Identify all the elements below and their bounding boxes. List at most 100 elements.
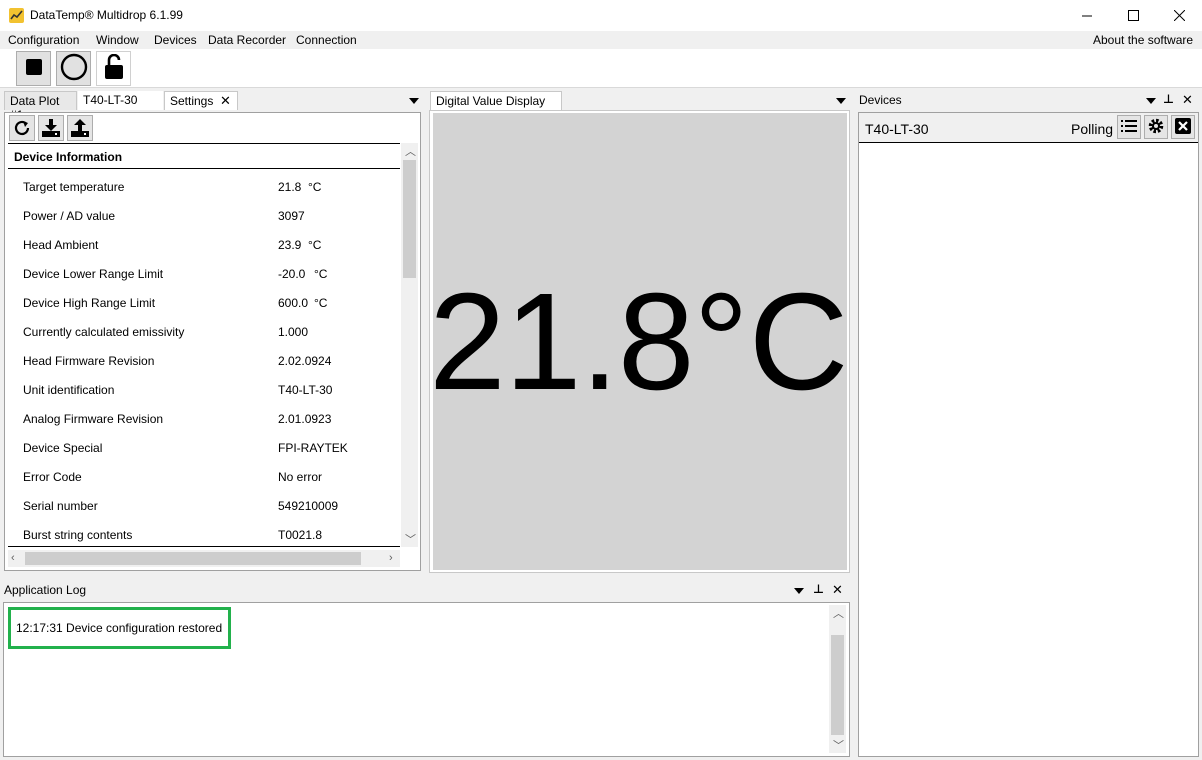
gear-icon (1147, 117, 1165, 138)
minimize-button[interactable] (1064, 0, 1110, 31)
scrollbar-thumb[interactable] (403, 160, 416, 278)
toolbar (0, 49, 1202, 88)
devices-panel: T40-LT-30 Polling (858, 112, 1199, 757)
record-circle-icon (60, 53, 88, 84)
download-icon (41, 118, 61, 141)
menu-data-recorder[interactable]: Data Recorder (208, 33, 286, 47)
tab-device[interactable]: T40-LT-30 (78, 91, 163, 110)
device-list-button[interactable] (1117, 115, 1141, 139)
tab-data-plot[interactable]: Data Plot #1 (4, 91, 77, 122)
log-entry: 12:17:31 Device configuration restored (16, 621, 223, 635)
setting-label: Power / AD value (23, 209, 116, 223)
lock-button[interactable] (96, 51, 131, 86)
menu-about[interactable]: About the software (1093, 33, 1193, 47)
setting-value: T0021.8 (278, 528, 323, 542)
title-bar: DataTemp® Multidrop 6.1.99 (0, 0, 1202, 31)
hscrollbar-thumb[interactable] (25, 552, 361, 565)
setting-label: Device High Range Limit (23, 296, 156, 310)
scroll-left-icon[interactable]: ‹ (11, 552, 15, 564)
setting-label: Error Code (23, 470, 82, 484)
list-icon (1121, 119, 1137, 136)
tab-digital-value-display[interactable]: Digital Value Display #1 (430, 91, 562, 122)
device-settings-button[interactable] (1144, 115, 1168, 139)
setting-value: FPI-RAYTEK (278, 441, 348, 455)
refresh-icon (13, 119, 31, 140)
app-logo-icon (9, 8, 24, 23)
tab-settings-label: Settings (170, 94, 214, 108)
device-status: Polling (1071, 121, 1114, 137)
scroll-down-icon[interactable]: ﹀ (405, 531, 416, 547)
upload-button[interactable] (67, 115, 93, 141)
setting-value: 1.000 (278, 325, 309, 339)
setting-unit: °C (308, 180, 322, 194)
setting-label: Device Lower Range Limit (23, 267, 164, 281)
menu-window[interactable]: Window (96, 33, 139, 47)
setting-unit: °C (308, 238, 322, 252)
center-panel-menu-dropdown-icon[interactable] (836, 98, 846, 104)
rows-container: Target temperature 21.8 °C Power / AD value… (8, 144, 400, 546)
devices-dropdown-icon[interactable] (1146, 98, 1156, 104)
pin-icon[interactable]: ⊥ (1163, 92, 1174, 106)
device-row[interactable]: T40-LT-30 Polling (859, 113, 1198, 143)
log-dropdown-icon[interactable] (794, 588, 804, 594)
unlock-icon (103, 53, 125, 83)
close-devices-panel-icon[interactable]: ✕ (1182, 92, 1193, 108)
setting-unit: °C (314, 296, 328, 310)
menu-configuration[interactable]: Configuration (8, 33, 79, 47)
log-vertical-scrollbar[interactable]: ︿ ﹀ (829, 605, 846, 753)
temperature-value: 21.8 (429, 265, 695, 419)
setting-label: Device Special (23, 441, 103, 455)
log-scrollbar-thumb[interactable] (831, 635, 844, 735)
record-button[interactable] (56, 51, 91, 86)
device-info-table: Device Information Target temperature 21.… (8, 143, 400, 547)
digital-value-display: 21.8°C (429, 113, 848, 570)
scroll-up-icon[interactable]: ︿ (405, 143, 416, 159)
vertical-scrollbar[interactable]: ︿ ﹀ (401, 143, 418, 547)
setting-value: 2.02.0924 (278, 354, 332, 368)
log-scroll-down-icon[interactable]: ﹀ (833, 737, 844, 753)
download-button[interactable] (38, 115, 64, 141)
setting-label: Currently calculated emissivity (23, 325, 185, 339)
setting-label: Burst string contents (23, 528, 133, 542)
menu-bar: Configuration Window Devices Data Record… (0, 31, 1202, 49)
device-remove-button[interactable] (1171, 115, 1195, 139)
setting-label: Target temperature (23, 180, 125, 194)
log-panel-title: Application Log (4, 583, 87, 597)
setting-label: Head Firmware Revision (23, 354, 155, 368)
horizontal-scrollbar[interactable]: ‹ › (8, 550, 400, 567)
stop-button[interactable] (16, 51, 51, 86)
log-panel: 12:17:31 Device configuration restored ︿… (3, 602, 850, 757)
setting-value: 549210009 (278, 499, 339, 513)
stop-icon (25, 58, 43, 79)
tab-settings[interactable]: Settings ✕ (164, 91, 238, 110)
log-highlight-box: 12:17:31 Device configuration restored (8, 607, 231, 649)
scroll-right-icon[interactable]: › (389, 552, 393, 564)
window-title: DataTemp® Multidrop 6.1.99 (30, 8, 183, 22)
setting-value: No error (278, 470, 323, 484)
menu-connection[interactable]: Connection (296, 33, 357, 47)
maximize-button[interactable] (1110, 0, 1156, 31)
setting-label: Serial number (23, 499, 98, 513)
setting-value: T40-LT-30 (278, 383, 333, 397)
close-tab-icon[interactable]: ✕ (220, 93, 231, 109)
close-log-panel-icon[interactable]: ✕ (832, 582, 843, 598)
log-scroll-up-icon[interactable]: ︿ (833, 605, 844, 621)
device-name: T40-LT-30 (865, 121, 929, 137)
setting-value: -20.0 (278, 267, 306, 281)
panel-menu-dropdown-icon[interactable] (409, 98, 419, 104)
setting-value: 600.0 (278, 296, 309, 310)
setting-unit: °C (314, 267, 328, 281)
close-square-icon (1175, 117, 1191, 137)
center-panel-tabbar: Digital Value Display #1 (428, 90, 852, 122)
menu-devices[interactable]: Devices (154, 33, 197, 47)
left-panel-tabbar: Data Plot #1 T40-LT-30 Settings ✕ (2, 90, 422, 122)
close-window-button[interactable] (1156, 0, 1202, 31)
log-panel-header: Application Log ⊥ ✕ (2, 580, 852, 600)
setting-value: 23.9 (278, 238, 302, 252)
setting-value: 3097 (278, 209, 305, 223)
log-pin-icon[interactable]: ⊥ (813, 582, 824, 596)
refresh-button[interactable] (9, 115, 35, 141)
upload-icon (70, 118, 90, 141)
settings-panel: Device Information Target temperature 21.… (4, 112, 421, 571)
setting-label: Head Ambient (23, 238, 99, 252)
